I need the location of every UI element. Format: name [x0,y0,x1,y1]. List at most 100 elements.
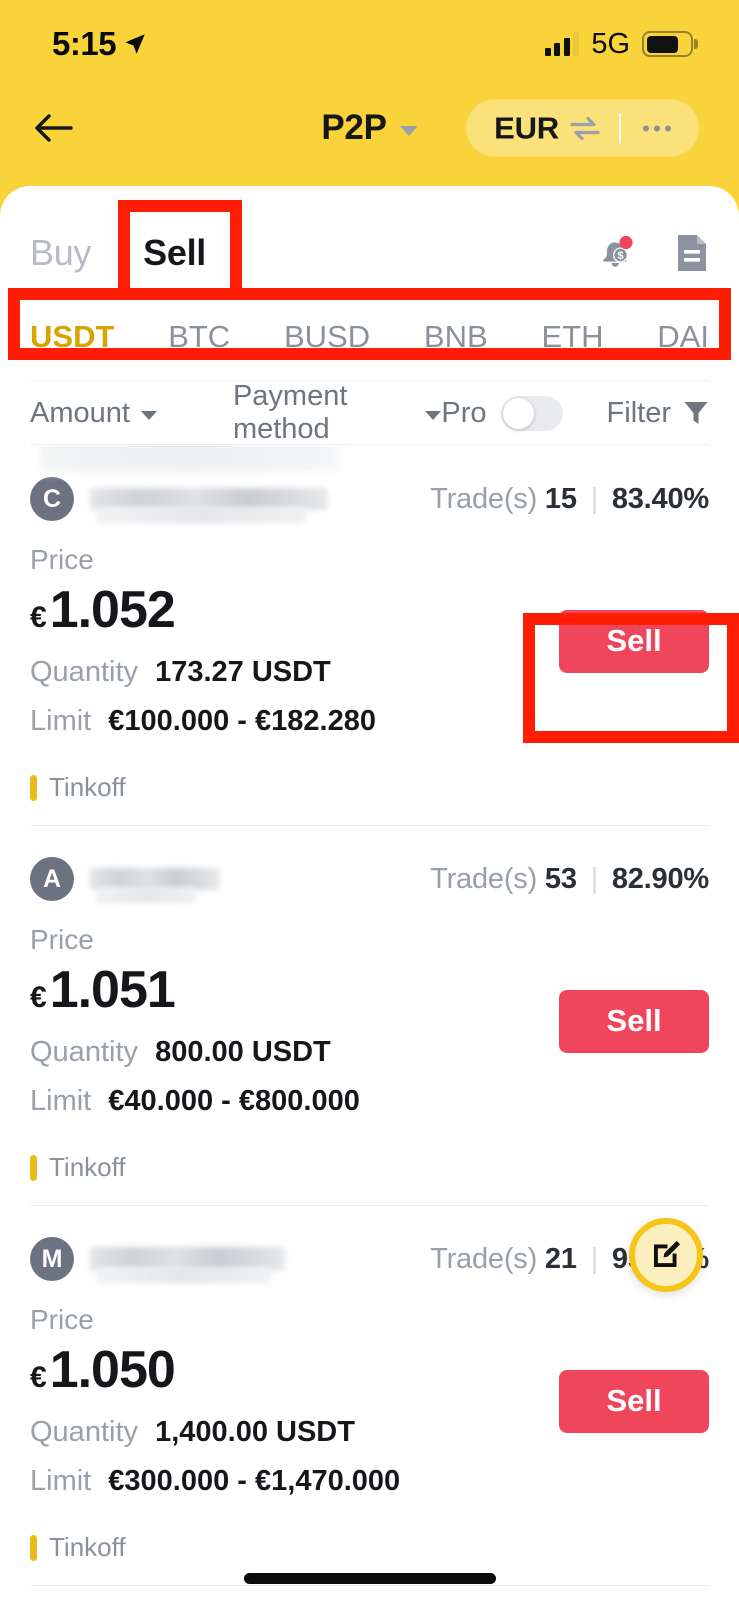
merchant-info[interactable]: A [30,857,240,903]
currency-symbol: € [30,1361,47,1394]
currency-symbol: € [30,981,47,1014]
chevron-down-icon [399,125,418,136]
payment-method-tag: Tinkoff [30,772,709,803]
funnel-icon [684,402,708,424]
offer-action-area: Sell [509,1369,709,1433]
offer-card[interactable]: Б ен Trade(s) 566 [0,1586,739,1600]
quantity-value: 800.00 USDT [155,1036,331,1068]
coin-tab-eth[interactable]: ETH [541,319,603,355]
limit-row: Limit €300.000 - €1,470.000 [30,1465,509,1498]
tab-buy[interactable]: Buy [30,232,91,274]
limit-row: Limit €40.000 - €800.000 [30,1085,509,1118]
merchant-info[interactable]: C [30,477,340,523]
caret-down-icon [140,410,157,420]
status-bar: 5:15 5G [0,0,739,88]
redacted-overlay [40,446,340,472]
payment-method-filter[interactable]: Payment method [233,380,442,446]
document-icon [678,235,706,271]
coin-tab-btc[interactable]: BTC [168,319,230,355]
tab-sell[interactable]: Sell [143,232,206,274]
clock-time: 5:15 [52,25,117,62]
trades-label: Trade(s) [430,1242,538,1275]
completion-rate: 82.90% [611,862,709,895]
coin-tab-busd[interactable]: BUSD [284,319,370,355]
post-ad-fab[interactable] [629,1218,703,1292]
payment-method-tag: Tinkoff [30,1532,709,1563]
price-value: € 1.050 [30,1340,509,1400]
page-title-dropdown[interactable]: P2P [321,108,418,148]
trades-label: Trade(s) [430,482,538,515]
back-button[interactable] [30,104,78,152]
coin-tab-bnb[interactable]: BNB [424,319,488,355]
filter-button[interactable]: Filter [607,397,709,430]
offer-list[interactable]: C Trade(s) 15 | 83.40% Price € 1.052 Qua… [0,446,739,1600]
limit-row: Limit €100.000 - €182.280 [30,705,509,738]
offer-body: Price € 1.052 Quantity 173.27 USDT Limit… [30,544,709,738]
offer-card[interactable]: C Trade(s) 15 | 83.40% Price € 1.052 Qua… [0,446,739,803]
quantity-row: Quantity 173.27 USDT [30,656,509,689]
offer-header: C Trade(s) 15 | 83.40% [30,476,709,523]
payment-method-tag: Tinkoff [30,1152,709,1183]
back-arrow-icon [35,114,73,142]
limit-value: €100.000 - €182.280 [108,705,376,737]
trades-count: 15 [544,482,577,515]
signal-bars-icon [544,32,580,56]
currency-symbol: € [30,601,47,634]
payment-method-color-bar [30,1534,37,1561]
sheet-header-actions: $ [595,233,709,273]
limit-label: Limit [30,1465,92,1497]
battery-icon [642,31,693,57]
limit-value: €300.000 - €1,470.000 [108,1465,401,1497]
network-type-label: 5G [591,27,630,60]
offer-action-area: Sell [509,989,709,1053]
more-options-button[interactable] [621,125,693,131]
avatar: M [30,1237,74,1281]
merchant-name-redacted [90,481,340,523]
payment-method-name: Tinkoff [49,772,126,802]
orders-button[interactable] [675,233,709,273]
currency-selector[interactable]: EUR [472,110,619,146]
sell-button[interactable]: Sell [559,609,709,673]
quantity-label: Quantity [30,1036,138,1068]
divider-below-filters [30,444,709,445]
price-label: Price [30,544,94,575]
notification-button[interactable]: $ [595,233,635,273]
merchant-stats: Trade(s) 53 | 82.90% [430,862,709,895]
offer-header: A Trade(s) 53 | 82.90% [30,856,709,903]
payment-method-color-bar [30,774,37,801]
quantity-label: Quantity [30,656,138,688]
content-sheet: Buy Sell $ USDT BTC BUSD BNB ETH DAI Amo… [0,186,739,1600]
home-indicator [243,1573,496,1584]
bell-dollar-icon: $ [603,235,633,267]
pro-toggle[interactable] [500,395,563,431]
price-value: € 1.051 [30,960,509,1020]
quantity-value: 1,400.00 USDT [155,1416,355,1448]
p2p-screen: 5:15 5G P2P EUR Buy Sell $ USDT BTC BUSD… [0,0,739,1600]
location-arrow-icon [125,34,145,54]
limit-label: Limit [30,1085,92,1117]
trades-label: Trade(s) [430,862,538,895]
price-number: 1.050 [49,1341,176,1399]
merchant-info[interactable]: M [30,1237,295,1283]
buy-sell-tabs: Buy Sell $ [0,214,739,292]
coin-tab-dai[interactable]: DAI [657,319,709,355]
currency-pill: EUR [466,99,699,157]
amount-filter[interactable]: Amount [30,397,157,430]
coin-tab-usdt[interactable]: USDT [30,319,114,355]
limit-label: Limit [30,705,92,737]
sell-button[interactable]: Sell [559,989,709,1053]
offer-card[interactable]: A Trade(s) 53 | 82.90% Price € 1.051 Qua… [0,826,739,1183]
offer-card[interactable]: M Trade(s) 21 | 95.50% [0,1206,739,1563]
payment-method-name: Tinkoff [49,1152,126,1182]
price-number: 1.051 [49,961,176,1019]
sell-button[interactable]: Sell [559,1369,709,1433]
completion-rate: 83.40% [611,482,709,515]
currency-label: EUR [494,110,559,145]
offer-body: Price € 1.051 Quantity 800.00 USDT Limit… [30,924,709,1118]
amount-filter-label: Amount [30,396,130,429]
trades-count: 21 [544,1242,577,1275]
avatar: A [30,857,74,901]
offer-body: Price € 1.050 Quantity 1,400.00 USDT Lim… [30,1304,709,1498]
price-label: Price [30,1304,94,1335]
more-dots-icon [643,125,649,131]
